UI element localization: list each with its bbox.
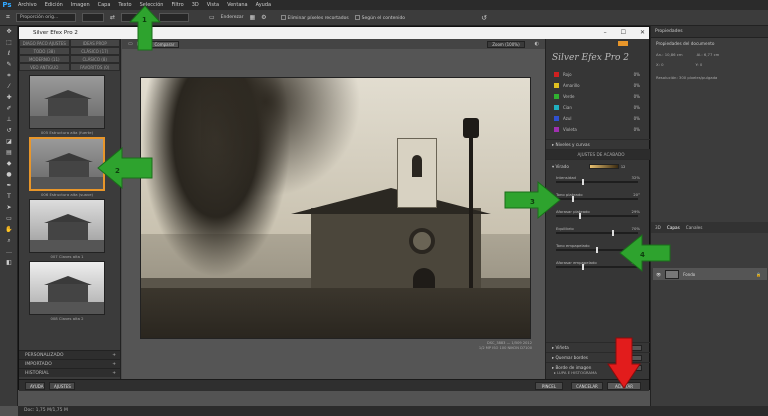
- callout-arrow-3: 3: [504, 180, 561, 220]
- callout-number-3: 3: [530, 198, 535, 206]
- callout-arrow-2: 2: [97, 146, 153, 190]
- callout-arrow-1: 1: [128, 5, 162, 51]
- callout-number-1: 1: [142, 16, 147, 24]
- callout-arrow-4: 4: [619, 233, 671, 273]
- callout-overlay: 1 2 3 4: [97, 5, 671, 389]
- callout-arrow-red: [607, 337, 641, 389]
- callout-number-2: 2: [115, 167, 120, 175]
- callout-number-4: 4: [640, 251, 645, 259]
